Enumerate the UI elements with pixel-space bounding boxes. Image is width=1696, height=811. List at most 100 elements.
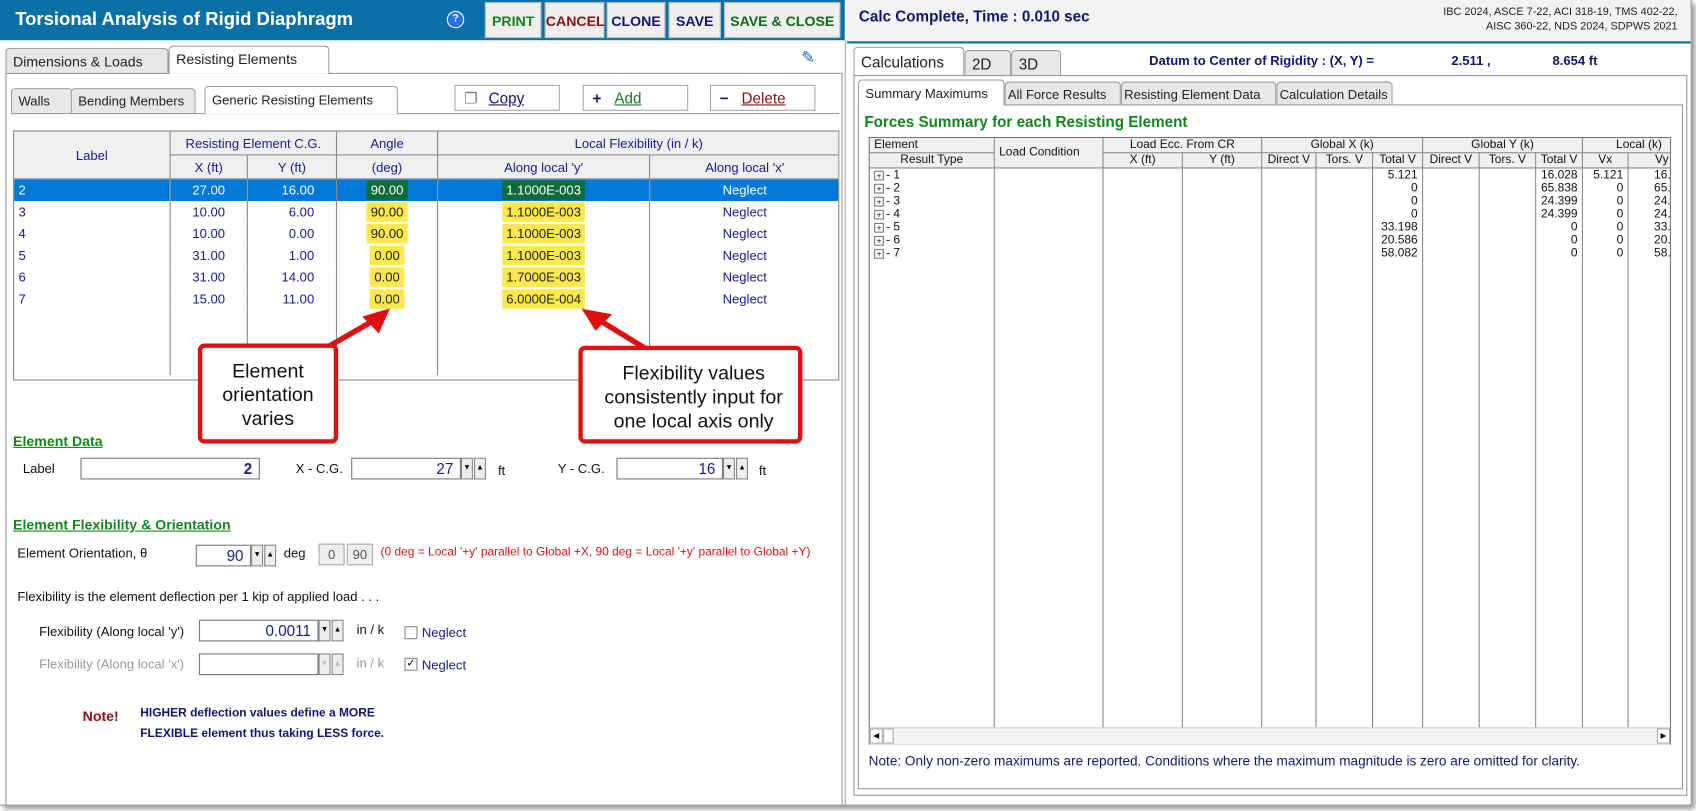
flex-x-label: Flexibility (Along local 'x') (39, 656, 185, 672)
label-input[interactable]: 2 (80, 457, 260, 480)
scroll-left-icon[interactable]: ◀ (869, 728, 883, 744)
summary-cell: + - 6 (869, 233, 995, 247)
summary-cell: + - 7 (869, 246, 995, 260)
design-codes: IBC 2024, ASCE 7-22, ACI 318-19, TMS 402… (1443, 5, 1677, 33)
summary-cell (1181, 181, 1263, 195)
summary-row[interactable]: +- 620.5860020.586 (869, 233, 1670, 247)
codes-line-1: IBC 2024, ASCE 7-22, ACI 318-19, TMS 402… (1443, 6, 1678, 19)
summary-note: Note: Only non-zero maximums are reporte… (868, 753, 1580, 769)
summary-row[interactable]: +- 2065.838065.838 (869, 181, 1670, 195)
orientation-down-icon[interactable]: ▼ (251, 544, 264, 567)
summary-cell (1422, 181, 1480, 195)
flex-y-unit: in / k (356, 621, 385, 638)
expand-icon[interactable]: + (874, 196, 884, 207)
flex-y-neglect-checkbox[interactable] (404, 626, 418, 640)
summary-row[interactable]: +- 758.0820058.082 (869, 246, 1670, 260)
element-id: 6 (893, 233, 901, 247)
summary-cell (1315, 167, 1374, 182)
calc-status: Calc Complete, Time : 0.010 sec (858, 7, 1090, 26)
xcg-down-icon[interactable]: ▼ (460, 457, 473, 480)
col-element: Element (869, 138, 995, 154)
summary-cell: 0 (1581, 246, 1629, 260)
scroll-right-icon[interactable]: ▶ (1656, 728, 1670, 744)
expand-icon[interactable]: + (874, 235, 884, 246)
orientation-input[interactable]: 90 (195, 544, 252, 567)
col-local: Local (k) (1581, 138, 1670, 154)
summary-cell: 0 (1535, 220, 1583, 234)
scroll-thumb[interactable] (882, 728, 894, 744)
flex-y-input[interactable]: 0.0011 (198, 619, 319, 642)
orient-0-button[interactable]: 0 (318, 543, 345, 566)
subtab-summary-maximums[interactable]: Summary Maximums (857, 79, 1005, 106)
expand-icon[interactable]: + (874, 183, 884, 194)
col-sub-header: Total V (1535, 152, 1583, 169)
orientation-up-icon[interactable]: ▲ (264, 544, 277, 567)
tab-3d[interactable]: 3D (1011, 50, 1062, 77)
orient-90-button[interactable]: 90 (346, 543, 373, 566)
summary-row[interactable]: +- 15.12116.0285.12116.028 (869, 167, 1670, 182)
summary-cell: 24.399 (1535, 194, 1583, 208)
summary-row[interactable]: +- 533.1980033.198 (869, 220, 1670, 234)
summary-cell (1102, 233, 1183, 247)
summary-cell (1422, 220, 1480, 234)
forces-summary-grid[interactable]: Element Load Condition Load Ecc. From CR Gl… (868, 136, 1672, 745)
note-label: Note! (82, 707, 119, 725)
summary-cell: + - 4 (869, 207, 995, 221)
summary-cell (1261, 233, 1317, 247)
subtab-all-force-results[interactable]: All Force Results (1004, 81, 1121, 106)
expand-icon[interactable]: + (874, 209, 884, 220)
subtab-generic-resisting-elements[interactable]: Generic Resisting Elements (204, 85, 398, 115)
summary-cell (1315, 233, 1374, 247)
xcg-input[interactable]: 27 (351, 457, 461, 480)
summary-cell (1181, 220, 1263, 234)
summary-row[interactable]: +- 3024.399024.399 (869, 194, 1670, 208)
summary-cell (1315, 194, 1374, 208)
summary-cell (1261, 207, 1317, 221)
summary-cell: 33.198 (1372, 220, 1424, 234)
splitter[interactable] (844, 40, 846, 805)
subtab-calculation-details[interactable]: Calculation Details (1276, 81, 1393, 106)
ycg-down-icon[interactable]: ▼ (722, 457, 735, 480)
flex-x-up-icon[interactable]: ▲ (331, 653, 344, 676)
summary-cell: + - 1 (869, 167, 995, 182)
summary-row[interactable]: +- 4024.399024.399 (869, 207, 1670, 221)
summary-cell (1478, 207, 1537, 221)
ycg-unit: ft (758, 463, 767, 479)
tab-2d[interactable]: 2D (964, 50, 1012, 77)
summary-cell (1422, 207, 1480, 221)
summary-cell: 24.399 (1627, 207, 1670, 221)
summary-cell: 0 (1372, 207, 1424, 221)
summary-cell (1478, 246, 1537, 260)
expand-icon[interactable]: + (874, 248, 884, 259)
xcg-up-icon[interactable]: ▲ (474, 457, 486, 480)
summary-cell (1422, 233, 1480, 247)
summary-cell: 0 (1372, 181, 1424, 195)
ycg-label: Y - C.G. (557, 460, 605, 477)
summary-cell (1315, 207, 1374, 221)
summary-cell: 0 (1535, 233, 1583, 247)
expand-icon[interactable]: + (874, 170, 884, 181)
summary-cell (1102, 246, 1183, 260)
element-id: 3 (893, 194, 901, 208)
flex-y-up-icon[interactable]: ▲ (331, 619, 344, 642)
summary-cell (1261, 220, 1317, 234)
ycg-input[interactable]: 16 (616, 457, 723, 480)
flex-x-input[interactable] (198, 653, 319, 676)
flex-y-down-icon[interactable]: ▼ (318, 619, 331, 642)
flex-x-neglect-checkbox[interactable]: ✓ (404, 657, 418, 671)
flex-x-down-icon[interactable]: ▼ (318, 653, 331, 676)
horizontal-scrollbar[interactable]: ◀ ▶ (869, 727, 1670, 745)
tab-resisting-elements[interactable]: Resisting Elements (168, 45, 330, 74)
expand-icon[interactable]: + (874, 222, 884, 233)
tab-calculations[interactable]: Calculations (853, 46, 965, 76)
summary-cell: 65.838 (1535, 181, 1583, 195)
summary-cell: 0 (1581, 194, 1629, 208)
summary-cell (1102, 181, 1183, 195)
xcg-label: X - C.G. (295, 460, 343, 477)
summary-cell (1102, 194, 1183, 208)
ycg-up-icon[interactable]: ▲ (736, 457, 748, 480)
summary-cell: 0 (1581, 181, 1629, 195)
summary-cell (1478, 167, 1537, 182)
subtab-resisting-element-data[interactable]: Resisting Element Data (1120, 81, 1277, 106)
col-sub-header: Vy (1627, 152, 1670, 169)
